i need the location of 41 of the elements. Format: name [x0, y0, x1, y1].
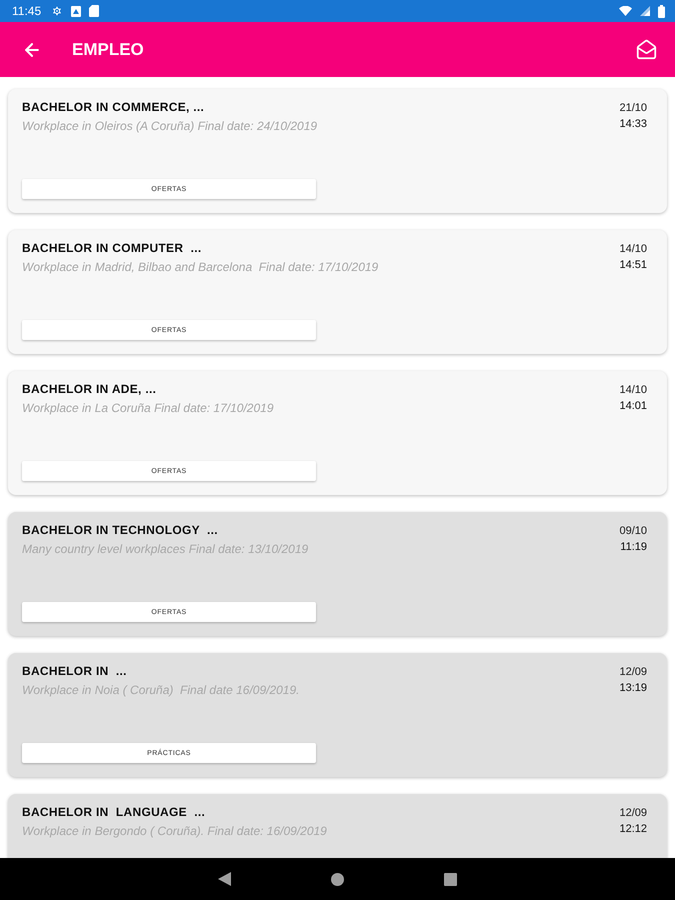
wifi-icon — [619, 6, 632, 16]
screen-title: EMPLEO — [72, 40, 145, 60]
open-envelope-icon — [636, 39, 657, 60]
offer-description: Many country level workplaces Final date: 13/10/2019 — [22, 542, 310, 556]
offer-description: Workplace in La Coruña Final date: 17/10/2019 — [22, 401, 274, 415]
recents-nav-button[interactable] — [444, 872, 457, 886]
offer-date: 12/09 — [619, 666, 647, 678]
offer-time: 11:19 — [620, 541, 647, 553]
offer-time: 12:12 — [619, 823, 647, 835]
offer-date: 12/09 — [619, 807, 647, 819]
offer-description: Workplace in Madrid, Bilbao and Barcelona Final date: 17/10/2019 — [22, 260, 380, 274]
offer-description: Workplace in Oleiros (A Coruña) Final date: 24/10/2019 — [22, 119, 318, 133]
offer-title: BACHELOR IN COMMERCE, ... — [22, 100, 206, 114]
square-recents-icon — [444, 872, 457, 886]
battery-icon — [658, 4, 665, 18]
signal-icon — [640, 6, 650, 16]
offer-time: 14:51 — [619, 259, 647, 271]
mail-button[interactable] — [636, 39, 657, 60]
status-time: 11:45 — [12, 4, 42, 18]
offer-time: 14:33 — [619, 118, 647, 130]
sd-card-icon — [89, 5, 100, 17]
settings-icon — [51, 5, 64, 17]
circle-home-icon — [331, 872, 344, 886]
offer-title: BACHELOR IN ADE, ... — [22, 382, 158, 396]
offer-description: Workplace in Noia ( Coruña) Final date 16/09/2019. — [22, 683, 300, 697]
offer-title: BACHELOR IN COMPUTER ... — [22, 241, 203, 255]
picture-icon — [71, 6, 82, 16]
triangle-back-icon — [218, 872, 231, 886]
home-nav-button[interactable] — [331, 872, 344, 886]
offer-card[interactable]: BACHELOR IN LANGUAGE ... Workplace in Bergondo ( Coruña). Final date: 16/09/2019 12/09 12:12 — [8, 794, 667, 858]
offer-date: 09/10 — [619, 525, 647, 537]
offer-description: Workplace in Bergondo ( Coruña). Final date: 16/09/2019 — [22, 824, 328, 838]
offer-date: 21/10 — [619, 102, 647, 114]
offer-time: 14:01 — [619, 400, 647, 412]
offer-title: BACHELOR IN LANGUAGE ... — [22, 805, 206, 819]
offer-title: BACHELOR IN TECHNOLOGY ... — [22, 523, 219, 537]
offer-date: 14/10 — [619, 243, 647, 255]
offer-title: BACHELOR IN ... — [22, 664, 128, 678]
offer-time: 13:19 — [619, 682, 647, 694]
offer-date: 14/10 — [619, 384, 647, 396]
back-nav-button[interactable] — [218, 872, 231, 886]
